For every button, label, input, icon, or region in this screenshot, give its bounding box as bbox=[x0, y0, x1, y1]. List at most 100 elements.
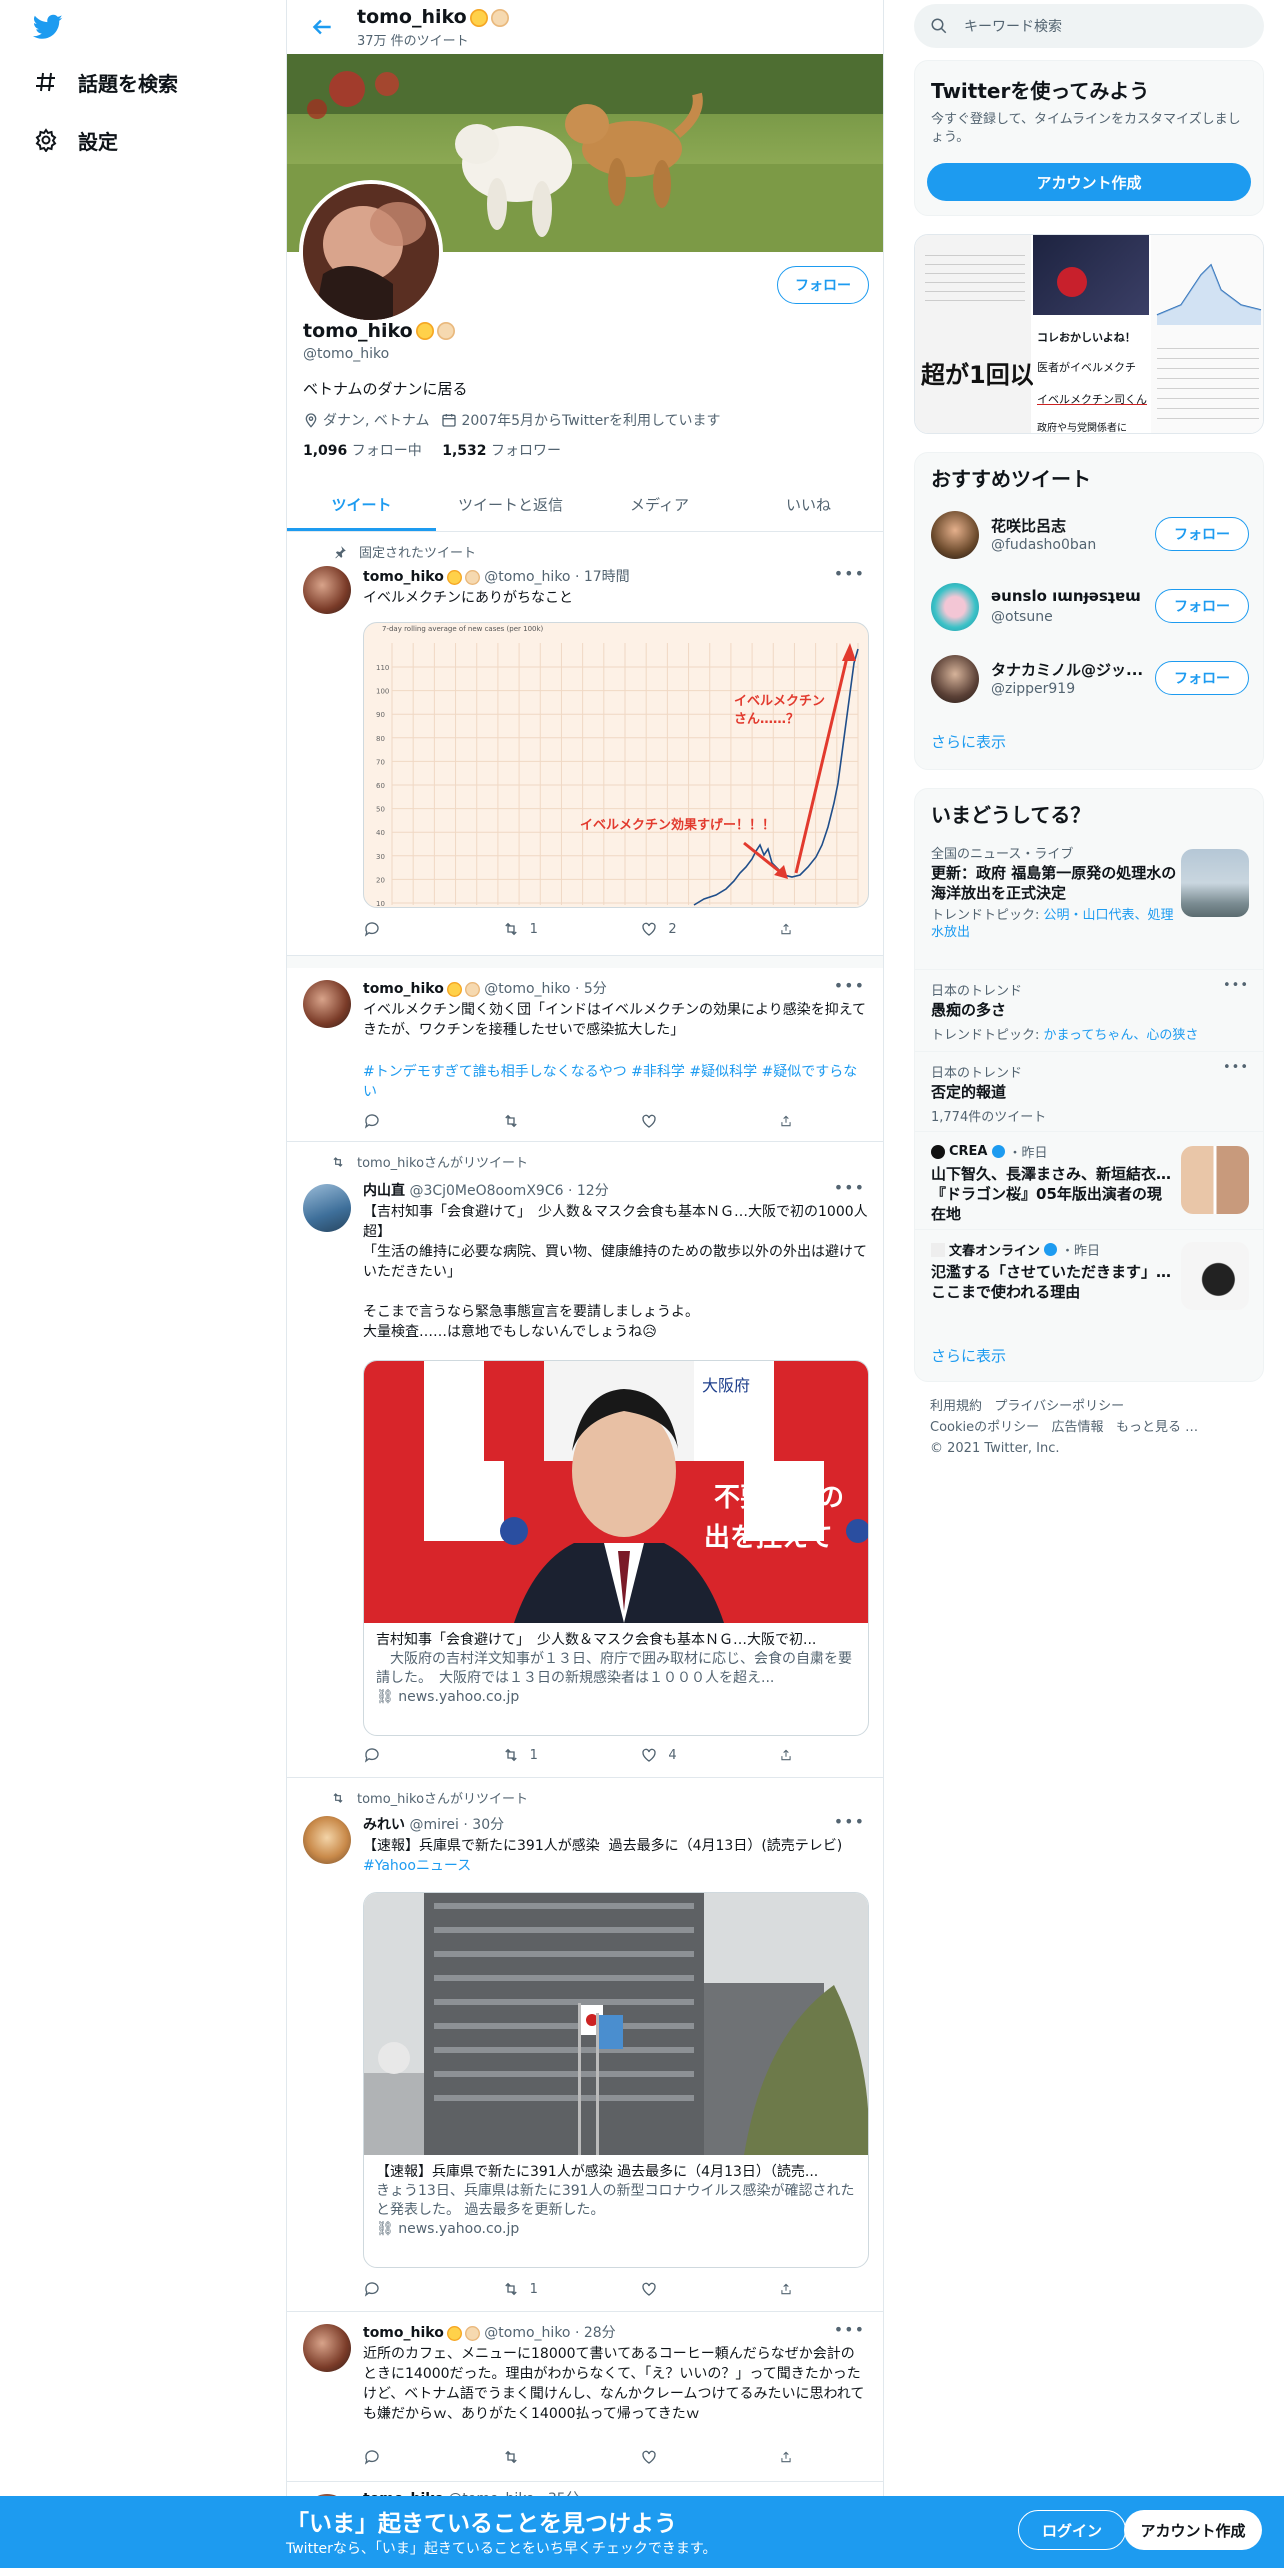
footer-terms[interactable]: 利用規約 bbox=[930, 1399, 982, 1414]
retweet-button[interactable]: 1 bbox=[502, 2280, 592, 2298]
show-more-link[interactable]: さらに表示 bbox=[931, 731, 1006, 752]
footer-ads[interactable]: 広告情報 bbox=[1052, 1420, 1104, 1435]
like-button[interactable]: 4 bbox=[640, 1746, 730, 1764]
reply-button[interactable] bbox=[363, 1746, 453, 1764]
share-button[interactable] bbox=[779, 1746, 803, 1764]
show-more-link[interactable]: さらに表示 bbox=[931, 1345, 1006, 1366]
reply-button[interactable] bbox=[363, 1112, 453, 1130]
news-item[interactable]: 文春オンライン ・昨日 氾濫する「させていただきます」…ここまで使われる理由 bbox=[915, 1229, 1263, 1315]
tweet-pinned[interactable]: 固定されたツイート tomo_hiko @tomo_hiko · 17時間 ••… bbox=[287, 532, 883, 956]
profile-follow-button[interactable]: フォロー bbox=[777, 266, 869, 304]
reply-button[interactable] bbox=[363, 2280, 453, 2298]
tweet-avatar[interactable] bbox=[303, 1184, 351, 1232]
retweet-context-text[interactable]: tomo_hikoさんがリツイート bbox=[357, 1788, 528, 1807]
trend-item[interactable]: 日本のトレンド ••• 愚痴の多さ トレンドトピック: かまってちゃん、心の狭さ bbox=[915, 969, 1263, 1043]
tweet-author-name[interactable]: tomo_hiko bbox=[363, 981, 444, 997]
link-card[interactable]: 【速報】兵庫県で新たに391人が感染 過去最多に（4月13日）（読売... きょ… bbox=[363, 1892, 869, 2268]
more-options-icon[interactable]: ••• bbox=[834, 564, 865, 583]
tweet-chart-image[interactable]: 110 100 90 80 70 60 50 40 30 20 10 7-day rolling av… bbox=[363, 622, 869, 908]
like-button[interactable] bbox=[640, 2280, 730, 2298]
recommend-name[interactable]: əunslo ıɯnɟəsʇɐɯ bbox=[991, 587, 1141, 605]
share-button[interactable] bbox=[779, 2448, 803, 2466]
nav-settings[interactable]: 設定 bbox=[34, 120, 118, 160]
follow-button[interactable]: フォロー bbox=[1155, 517, 1249, 551]
tab-tweets[interactable]: ツイート bbox=[287, 478, 436, 531]
retweet-button[interactable]: 1 bbox=[502, 1746, 592, 1764]
profile-avatar[interactable] bbox=[299, 180, 443, 324]
header-name-text: tomo_hiko bbox=[357, 6, 467, 28]
follow-button[interactable]: フォロー bbox=[1155, 661, 1249, 695]
recommend-name[interactable]: タナカミノル@ジッ... bbox=[991, 659, 1151, 680]
trend-item[interactable]: 全国のニュース・ライブ 更新：政府 福島第一原発の処理水の海洋放出を正式決定 ト… bbox=[915, 843, 1263, 951]
retweet-button[interactable] bbox=[502, 1112, 592, 1130]
following-link[interactable]: 1,096 フォロー中 bbox=[303, 443, 422, 459]
tweet-retweeted[interactable]: tomo_hikoさんがリツイート 内山直 @3Cj0MeO8oomX9C6 ·… bbox=[287, 1142, 883, 1778]
nav-explore[interactable]: 話題を検索 bbox=[34, 62, 178, 102]
recommend-avatar[interactable] bbox=[931, 655, 979, 703]
tweet-time[interactable]: 30分 bbox=[472, 1817, 504, 1833]
more-options-icon[interactable]: ••• bbox=[1223, 1060, 1249, 1075]
recommend-avatar[interactable] bbox=[931, 583, 979, 631]
like-button[interactable] bbox=[640, 1112, 730, 1130]
news-item[interactable]: CREA ・昨日 山下智久、長澤まさみ、新垣結衣…『ドラゴン桜』05年版出演者の… bbox=[915, 1131, 1263, 1227]
reply-button[interactable] bbox=[363, 920, 453, 938]
tweet[interactable]: tomo_hiko @tomo_hiko · 28分 ••• 近所のカフェ、メニ… bbox=[287, 2312, 883, 2482]
retweet-button[interactable]: 1 bbox=[502, 920, 592, 938]
twitter-logo-icon[interactable] bbox=[32, 12, 64, 42]
trend-sub-links[interactable]: かまってちゃん、心の狭さ bbox=[1044, 1028, 1199, 1043]
footer-cookie[interactable]: Cookieのポリシー bbox=[930, 1420, 1039, 1435]
recommend-name[interactable]: 花咲比呂志 bbox=[991, 515, 1066, 536]
footer-privacy[interactable]: プライバシーポリシー bbox=[994, 1399, 1124, 1414]
more-options-icon[interactable]: ••• bbox=[834, 2320, 865, 2339]
footer-more[interactable]: もっと見る … bbox=[1116, 1420, 1198, 1435]
tab-media[interactable]: メディア bbox=[585, 478, 734, 531]
signup-button[interactable]: アカウント作成 bbox=[927, 163, 1251, 201]
tweet-hashtag[interactable]: #Yahooニュース bbox=[363, 1856, 868, 1876]
media-thumb-3[interactable] bbox=[1151, 235, 1263, 433]
tweet[interactable]: tomo_hiko @tomo_hiko · 5分 ••• イベルメクチン聞く効… bbox=[287, 968, 883, 1142]
pin-icon bbox=[335, 545, 346, 558]
tweet-author-name[interactable]: 内山直 bbox=[363, 1183, 405, 1199]
retweet-context-text[interactable]: tomo_hikoさんがリツイート bbox=[357, 1152, 528, 1171]
search-bar[interactable]: キーワード検索 bbox=[914, 4, 1264, 48]
back-arrow-icon[interactable] bbox=[309, 14, 335, 40]
more-options-icon[interactable]: ••• bbox=[834, 976, 865, 995]
more-options-icon[interactable]: ••• bbox=[1223, 978, 1249, 993]
tweet-avatar[interactable] bbox=[303, 1816, 351, 1864]
follow-button[interactable]: フォロー bbox=[1155, 589, 1249, 623]
more-options-icon[interactable]: ••• bbox=[834, 1812, 865, 1831]
recommend-row[interactable]: əunslo ıɯnɟəsʇɐɯ @otsune フォロー bbox=[915, 571, 1263, 643]
tweet-time[interactable]: 5分 bbox=[584, 981, 607, 997]
tweet-author-name[interactable]: tomo_hiko bbox=[363, 569, 444, 585]
like-button[interactable] bbox=[640, 2448, 730, 2466]
share-button[interactable] bbox=[779, 920, 803, 938]
tweet-avatar[interactable] bbox=[303, 2324, 351, 2372]
retweet-button[interactable] bbox=[502, 2448, 592, 2466]
reply-button[interactable] bbox=[363, 2448, 453, 2466]
tweet-author-name[interactable]: みれい bbox=[363, 1817, 405, 1833]
media-thumb-1[interactable]: 超が1回以 bbox=[915, 235, 1034, 433]
followers-link[interactable]: 1,532 フォロワー bbox=[442, 443, 561, 459]
tweet-time[interactable]: 17時間 bbox=[584, 569, 630, 585]
tweet-time[interactable]: 28分 bbox=[584, 2325, 616, 2341]
recommend-row[interactable]: タナカミノル@ジッ... @zipper919 フォロー bbox=[915, 643, 1263, 715]
tweet-author-name[interactable]: tomo_hiko bbox=[363, 2325, 444, 2341]
login-button[interactable]: ログイン bbox=[1018, 2510, 1126, 2550]
tweet-hashtags[interactable]: #トンデモすぎて誰も相手しなくなるやつ #非科学 #疑似科学 #疑似ですらない bbox=[363, 1062, 868, 1102]
link-card[interactable]: 大阪府 不要不急の 出を控えて 吉村知事「会食避けて」 少人数＆マスク会食も基本… bbox=[363, 1360, 869, 1736]
recommend-row[interactable]: 花咲比呂志 @fudasho0ban フォロー bbox=[915, 499, 1263, 571]
signup-button-bottom[interactable]: アカウント作成 bbox=[1124, 2510, 1262, 2550]
tweet-time[interactable]: 12分 bbox=[577, 1183, 609, 1199]
tab-tweets-and-replies[interactable]: ツイートと返信 bbox=[436, 478, 585, 531]
share-button[interactable] bbox=[779, 1112, 803, 1130]
media-thumb-2[interactable]: コレおかしいよね！ 医者がイベルメクチ イベルメクチン司くん 政府や与党関係者に bbox=[1033, 235, 1149, 433]
recommend-avatar[interactable] bbox=[931, 511, 979, 559]
tweet-avatar[interactable] bbox=[303, 980, 351, 1028]
tweet-retweeted[interactable]: tomo_hikoさんがリツイート みれい @mirei · 30分 ••• 【… bbox=[287, 1778, 883, 2312]
tab-likes[interactable]: いいね bbox=[734, 478, 883, 531]
tweet-avatar[interactable] bbox=[303, 566, 351, 614]
trend-item[interactable]: 日本のトレンド ••• 否定的報道 1,774件のツイート bbox=[915, 1051, 1263, 1125]
like-button[interactable]: 2 bbox=[640, 920, 730, 938]
share-button[interactable] bbox=[779, 2280, 803, 2298]
more-options-icon[interactable]: ••• bbox=[834, 1178, 865, 1197]
